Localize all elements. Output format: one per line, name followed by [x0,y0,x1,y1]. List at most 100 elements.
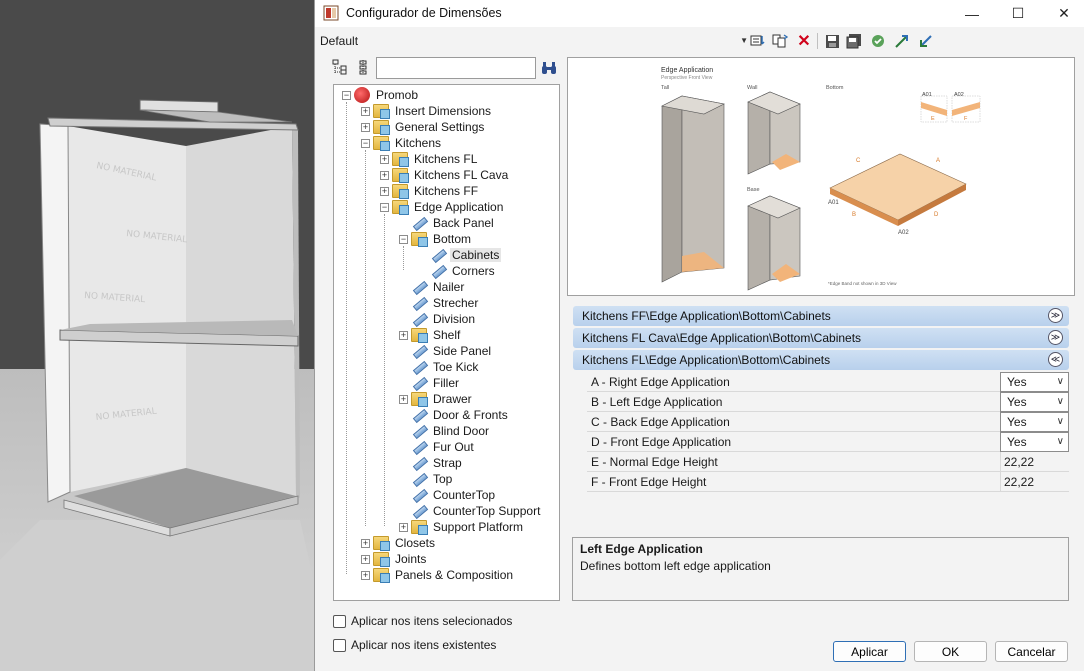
tree-node-label: Shelf [433,328,461,342]
expand-toggle[interactable]: + [399,330,408,340]
tree-node-cabinets[interactable]: Cabinets [418,247,502,263]
expand-toggle[interactable]: + [399,522,408,532]
tree-node-door-fronts[interactable]: Door & Fronts [399,407,510,423]
import-icon[interactable] [893,32,911,50]
chevron-down-icon[interactable]: ∨ [1057,396,1064,407]
mark-a02: A02 [898,230,909,236]
collapse-toggle[interactable]: − [399,234,408,244]
property-row-normal-edge-height[interactable]: E - Normal Edge Height 22,22 [587,452,1069,472]
tree-node-bottom[interactable]: − Bottom [399,231,473,247]
maximize-button[interactable]: ☐ [995,0,1041,27]
apply-selected-checkbox[interactable] [333,614,346,628]
tree-node-kitchens[interactable]: − Kitchens [361,135,443,151]
tree-node-kitchens-ff[interactable]: + Kitchens FF [380,183,480,199]
save-as-icon[interactable] [845,32,863,50]
expand-toggle[interactable]: + [399,394,408,404]
delete-icon[interactable]: ✕ [795,32,813,50]
export-icon[interactable] [917,32,935,50]
edge-band-icon [411,312,427,326]
minimize-window-button[interactable]: — [949,0,995,27]
chevron-down-icon[interactable]: ∨ [1057,376,1064,387]
tree-node-filler[interactable]: Filler [399,375,461,391]
expand-toggle[interactable]: + [361,554,370,564]
expand-all-icon[interactable] [331,58,349,76]
binoculars-search-icon[interactable] [540,59,558,77]
collapse-toggle[interactable]: − [380,202,389,212]
edge-band-icon [411,216,427,230]
tree-node-toe-kick[interactable]: Toe Kick [399,359,480,375]
tree-node-closets[interactable]: + Closets [361,535,437,551]
tree-node-top[interactable]: Top [399,471,454,487]
tree-node-strecher[interactable]: Strecher [399,295,480,311]
property-row-right-edge[interactable]: A - Right Edge Application Yes ∨ [587,372,1069,392]
property-value-select[interactable]: Yes ∨ [1000,432,1069,452]
tree-node-drawer[interactable]: + Drawer [399,391,474,407]
group-kitchens-fl-cabinets[interactable]: Kitchens FL\Edge Application\Bottom\Cabi… [573,350,1069,370]
tree-node-panels-composition[interactable]: + Panels & Composition [361,567,515,583]
3d-viewport[interactable]: NO MATERIAL NO MATERIAL NO MATERIAL NO M… [0,0,318,671]
expand-group-icon[interactable]: ≫ [1048,330,1063,345]
apply-existing-checkbox[interactable] [333,638,346,652]
expand-toggle[interactable]: + [361,122,370,132]
tree-node-general-settings[interactable]: + General Settings [361,119,486,135]
tree-node-kitchens-fl[interactable]: + Kitchens FL [380,151,479,167]
tree-node-joints[interactable]: + Joints [361,551,428,567]
tree-node-countertop[interactable]: CounterTop [399,487,497,503]
expand-toggle[interactable]: + [361,538,370,548]
tree-node-countertop-support[interactable]: CounterTop Support [399,503,542,519]
chevron-down-icon[interactable]: ∨ [1057,416,1064,427]
tree-node-kitchens-fl-cava[interactable]: + Kitchens FL Cava [380,167,510,183]
tree-node-corners[interactable]: Corners [418,263,497,279]
tree-node-promob[interactable]: − Promob [342,87,420,103]
property-value-select[interactable]: Yes ∨ [1000,392,1069,412]
tree-node-nailer[interactable]: Nailer [399,279,466,295]
collapse-toggle[interactable]: − [361,138,370,148]
expand-toggle[interactable]: + [361,106,370,116]
property-name: C - Back Edge Application [591,415,730,429]
preset-combobox[interactable]: Default ▼ [320,32,748,50]
expand-toggle[interactable]: + [380,170,389,180]
tree-node-fur-out[interactable]: Fur Out [399,439,476,455]
group-kitchens-ff-cabinets[interactable]: Kitchens FF\Edge Application\Bottom\Cabi… [573,306,1069,326]
dropdown-arrow-icon[interactable]: ▼ [740,32,748,50]
tree-node-blind-door[interactable]: Blind Door [399,423,491,439]
tree-node-edge-application[interactable]: − Edge Application [380,199,505,215]
tree-node-support-platform[interactable]: + Support Platform [399,519,525,535]
tree-node-back-panel[interactable]: Back Panel [399,215,496,231]
cancel-button[interactable]: Cancelar [995,641,1068,662]
property-value-input[interactable]: 22,22 [1004,475,1034,489]
expand-group-icon[interactable]: ≫ [1048,308,1063,323]
tree-node-label: General Settings [395,120,485,134]
copy-config-icon[interactable] [771,32,789,50]
chevron-down-icon[interactable]: ∨ [1057,436,1064,447]
tree-node-division[interactable]: Division [399,311,477,327]
apply-selected-option[interactable]: Aplicar nos itens selecionados [333,614,512,628]
collapse-group-icon[interactable]: ≪ [1048,352,1063,367]
settings-tree[interactable]: − Promob + Insert Dimensions + General S… [333,84,560,601]
group-kitchens-fl-cava-cabinets[interactable]: Kitchens FL Cava\Edge Application\Bottom… [573,328,1069,348]
apply-existing-option[interactable]: Aplicar nos itens existentes [333,638,496,652]
expand-toggle[interactable]: + [361,570,370,580]
property-value-input[interactable]: 22,22 [1004,455,1034,469]
expand-toggle[interactable]: + [380,186,389,196]
property-row-front-edge-height[interactable]: F - Front Edge Height 22,22 [587,472,1069,492]
tree-node-strap[interactable]: Strap [399,455,464,471]
collapse-all-icon[interactable] [354,58,372,76]
collapse-toggle[interactable]: − [342,90,351,100]
save-icon[interactable] [823,32,841,50]
property-row-back-edge[interactable]: C - Back Edge Application Yes ∨ [587,412,1069,432]
ok-button[interactable]: OK [914,641,987,662]
tree-node-insert-dimensions[interactable]: + Insert Dimensions [361,103,493,119]
apply-icon[interactable] [869,32,887,50]
tree-search-input[interactable] [376,57,536,79]
close-window-button[interactable]: ✕ [1041,0,1084,27]
property-row-front-edge[interactable]: D - Front Edge Application Yes ∨ [587,432,1069,452]
expand-toggle[interactable]: + [380,154,389,164]
property-value-select[interactable]: Yes ∨ [1000,372,1069,392]
apply-button[interactable]: Aplicar [833,641,906,662]
tree-node-side-panel[interactable]: Side Panel [399,343,493,359]
new-config-icon[interactable] [749,32,767,50]
property-value-select[interactable]: Yes ∨ [1000,412,1069,432]
property-row-left-edge[interactable]: B - Left Edge Application Yes ∨ [587,392,1069,412]
tree-node-shelf[interactable]: + Shelf [399,327,462,343]
